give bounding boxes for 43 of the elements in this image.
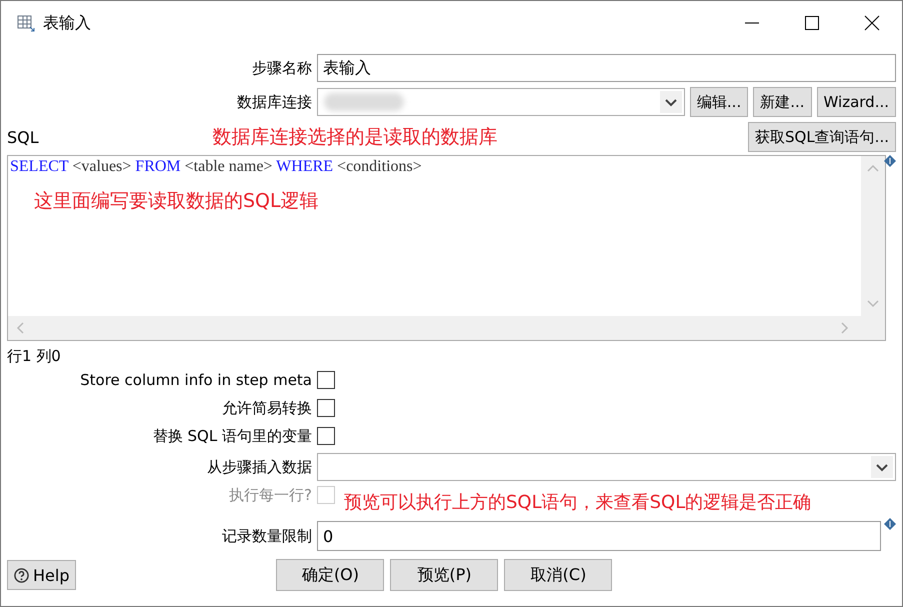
sql-editor[interactable]: SELECT <values> FROM <table name> WHERE <conditions> 这里面编写要读取数据的SQL逻辑 (7, 155, 886, 341)
sql-code: SELECT <values> FROM <table name> WHERE <conditions> (10, 158, 423, 176)
connection-button[interactable]: 编辑... (690, 87, 748, 117)
checkbox[interactable] (317, 427, 335, 445)
dialog-button[interactable]: 取消(C) (504, 559, 612, 591)
sql-label: SQL (7, 128, 39, 146)
checkbox-label: Store column info in step meta (79, 371, 312, 389)
field-label: 从步骤插入数据 (206, 458, 312, 476)
variable-icon (884, 155, 896, 167)
annotation-text: 数据库连接选择的是读取的数据库 (212, 125, 498, 150)
help-icon (14, 568, 29, 582)
horizontal-scrollbar[interactable] (8, 316, 885, 340)
checkbox[interactable] (317, 399, 335, 417)
annotation-text: 这里面编写要读取数据的SQL逻辑 (34, 189, 319, 214)
checkbox-label: 允许简易转换 (221, 398, 312, 418)
get-sql-button[interactable]: 获取SQL查询语句... (748, 122, 896, 152)
table-icon (17, 14, 35, 32)
chevron-down-icon (871, 456, 893, 478)
chevron-left-icon (16, 322, 24, 334)
chevron-right-icon (841, 322, 849, 334)
maximize-icon[interactable] (804, 15, 820, 31)
variable-icon (884, 518, 896, 530)
dialog-button[interactable]: 预览(P) (390, 559, 498, 591)
close-icon[interactable] (864, 15, 880, 31)
checkbox-label: 替换 SQL 语句里的变量 (152, 426, 312, 446)
help-button[interactable]: Help (7, 560, 76, 590)
chevron-down-icon (660, 91, 682, 113)
connection-button[interactable]: Wizard... (816, 87, 896, 117)
dialog-button[interactable]: 确定(O) (276, 559, 384, 591)
checkbox-label: 执行每一行? (228, 486, 312, 505)
row-limit-field[interactable]: 0 (317, 521, 881, 551)
chevron-up-icon (867, 164, 879, 172)
window-title: 表输入 (43, 12, 91, 34)
step-name-field[interactable]: 表输入 (317, 54, 896, 82)
cursor-position: 行1 列0 (7, 347, 62, 366)
connection-button[interactable]: 新建... (753, 87, 812, 117)
vertical-scrollbar[interactable] (861, 156, 885, 316)
field-label: 记录数量限制 (221, 526, 312, 546)
checkbox[interactable] (317, 371, 335, 389)
chevron-down-icon (867, 300, 879, 308)
annotation-text: 预览可以执行上方的SQL语句，来查看SQL的逻辑是否正确 (344, 491, 812, 514)
field-label: 步骤名称 (251, 58, 312, 78)
field-label: 数据库连接 (236, 92, 312, 112)
